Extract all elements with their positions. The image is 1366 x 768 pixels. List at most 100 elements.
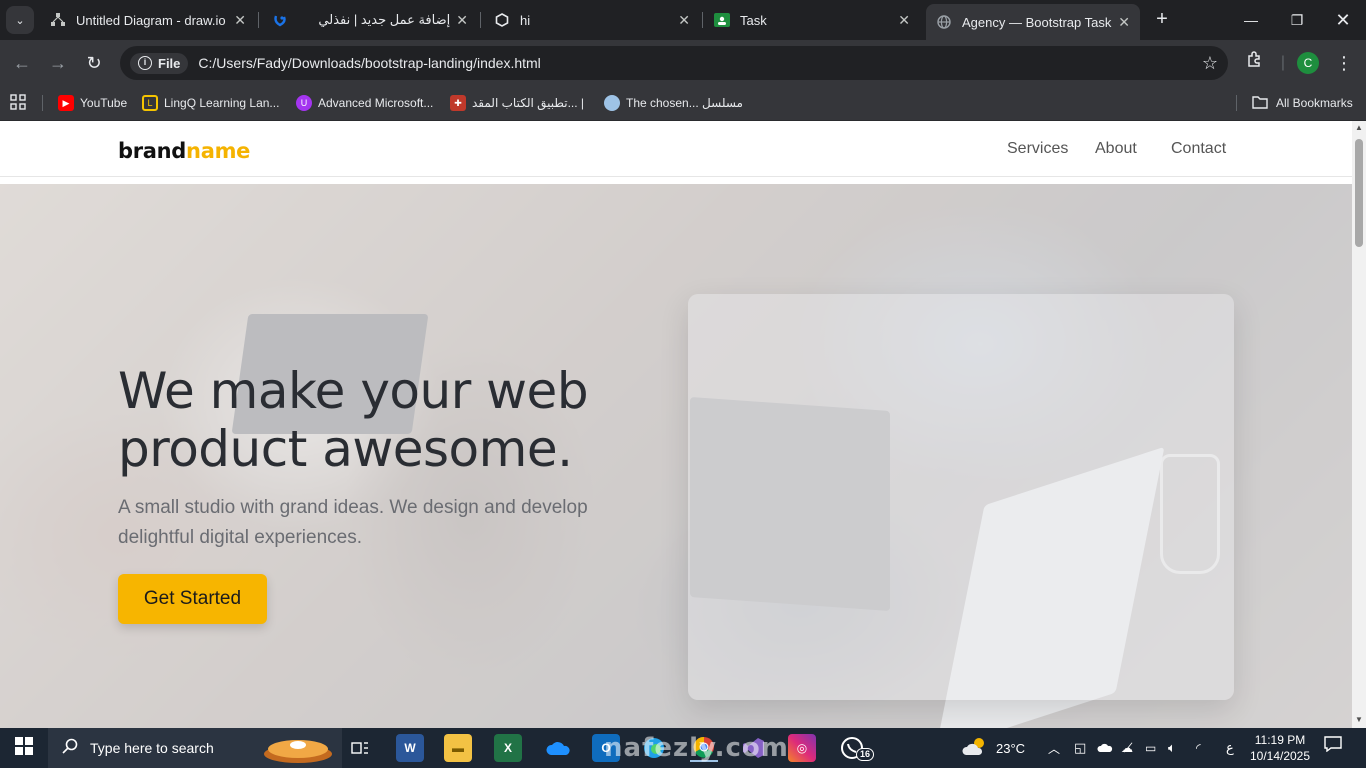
weather-widget[interactable]: 23°C — [962, 728, 1025, 768]
hero-title: We make your web product awesome. — [118, 362, 638, 478]
hero-title-line: product awesome. — [118, 420, 573, 478]
onedrive-icon[interactable] — [544, 734, 572, 762]
tab-github[interactable]: hi ✕ — [484, 4, 700, 36]
scroll-up-arrow-icon[interactable]: ▲ — [1355, 123, 1363, 132]
brand-accent: name — [186, 139, 251, 163]
minimize-icon: — — [1244, 12, 1258, 28]
nav-link-services[interactable]: Services — [1007, 140, 1068, 158]
extensions-icon[interactable] — [1242, 50, 1268, 76]
tab-drawio[interactable]: Untitled Diagram - draw.io ✕ — [40, 4, 256, 36]
brand-logo[interactable]: brandname — [118, 139, 250, 163]
arrow-left-icon: ← — [13, 53, 31, 73]
tab-agency-active[interactable]: Agency — Bootstrap Task ✕ — [926, 4, 1140, 40]
tab-title: Agency — Bootstrap Task — [962, 14, 1112, 30]
close-icon: ✕ — [1335, 9, 1351, 30]
address-bar[interactable]: i File C:/Users/Fady/Downloads/bootstrap… — [120, 46, 1228, 80]
github-icon — [494, 12, 510, 28]
tab-separator — [702, 12, 703, 28]
browser-tab-strip: ⌄ Untitled Diagram - draw.io ✕ إضافة عمل… — [0, 0, 1366, 40]
bookmark-label: LingQ Learning Lan... — [164, 96, 280, 110]
whatsapp-icon[interactable]: 16 — [838, 734, 875, 762]
meet-now-icon[interactable]: ◱ — [1074, 728, 1086, 768]
scrollbar-thumb[interactable] — [1355, 139, 1363, 247]
restore-button[interactable]: ❐ — [1274, 0, 1320, 40]
site-navbar: brandname Services About Contact — [0, 121, 1352, 177]
hero-title-line: We make your web — [118, 362, 589, 420]
site-info-label: File — [158, 55, 181, 71]
bookmark-star-icon[interactable]: ☆ — [1202, 53, 1218, 74]
close-icon[interactable]: ✕ — [456, 12, 468, 29]
bookmark-lingq[interactable]: L LingQ Learning Lan... — [142, 92, 279, 114]
scroll-down-arrow-icon[interactable]: ▼ — [1355, 715, 1363, 724]
tab-separator — [480, 12, 481, 28]
hero-subtitle-line: A small studio with grand ideas. We desi… — [118, 497, 588, 518]
close-icon[interactable]: ✕ — [678, 12, 690, 29]
page-scrollbar[interactable]: ▲ ▼ — [1352, 121, 1366, 728]
bible-icon: ✚ — [450, 95, 466, 111]
reload-button[interactable]: ↻ — [81, 50, 107, 76]
browser-toolbar: ← → ↻ i File C:/Users/Fady/Downloads/boo… — [0, 40, 1366, 86]
whatsapp-badge: 16 — [856, 748, 875, 761]
speaker-icon[interactable]: 🔈︎ — [1168, 728, 1176, 768]
bookmarks-bar: ▶ YouTube L LingQ Learning Lan... U Adva… — [0, 86, 1366, 121]
battery-icon[interactable]: ▭ — [1145, 728, 1156, 768]
tab-classroom[interactable]: Task ✕ — [704, 4, 920, 36]
clock-time: 11:19 PM — [1254, 733, 1306, 747]
bookmark-label: Advanced Microsoft... — [318, 96, 434, 110]
site-info-chip[interactable]: i File — [130, 52, 189, 74]
nav-link-about[interactable]: About — [1095, 140, 1137, 158]
wifi-icon[interactable]: ◜ — [1196, 728, 1201, 768]
search-icon — [62, 738, 78, 759]
close-window-button[interactable]: ✕ — [1320, 0, 1366, 40]
reload-icon: ↻ — [86, 53, 102, 73]
hero-section: We make your web product awesome. A smal… — [0, 184, 1352, 728]
minimize-button[interactable]: — — [1228, 0, 1274, 40]
close-icon[interactable]: ✕ — [1118, 14, 1130, 31]
excel-icon[interactable]: X — [494, 734, 522, 762]
get-started-button[interactable]: Get Started — [118, 574, 267, 624]
clock-date: 10/14/2025 — [1249, 749, 1311, 763]
all-bookmarks-button[interactable]: All Bookmarks — [1252, 92, 1353, 114]
start-button[interactable] — [0, 728, 48, 768]
profile-avatar[interactable]: C — [1297, 52, 1319, 74]
tab-separator — [258, 12, 259, 28]
chevron-down-icon: ⌄ — [15, 14, 25, 27]
file-explorer-icon[interactable]: ▬ — [444, 734, 472, 762]
tab-nafezly[interactable]: إضافة عمل جديد | نفذلي ✕ — [262, 4, 478, 36]
folder-icon — [1252, 95, 1268, 112]
hero-subtitle: A small studio with grand ideas. We desi… — [118, 493, 608, 553]
brand-main: brand — [118, 139, 187, 163]
bookmark-the-chosen[interactable]: The chosen... مسلسل — [604, 92, 743, 114]
close-icon[interactable]: ✕ — [234, 12, 246, 29]
tab-title: hi — [520, 12, 531, 28]
search-highlight-pie-icon — [262, 734, 334, 767]
chosen-icon — [604, 95, 620, 111]
apps-grid-button[interactable] — [10, 92, 26, 114]
search-placeholder: Type here to search — [90, 740, 214, 756]
tab-search-button[interactable]: ⌄ — [6, 6, 34, 34]
word-icon[interactable]: W — [396, 734, 424, 762]
plus-icon: + — [1156, 8, 1168, 30]
tray-overflow-icon[interactable]: ︿ — [1048, 728, 1060, 768]
arrow-right-icon: → — [49, 53, 67, 73]
bookmark-bible-app[interactable]: ✚ تطبيق الكتاب المقد... | — [450, 92, 584, 114]
instagram-icon[interactable]: ◎ — [788, 734, 816, 762]
close-icon[interactable]: ✕ — [898, 12, 910, 29]
bookmark-udemy[interactable]: U Advanced Microsoft... — [296, 92, 433, 114]
forward-button[interactable]: → — [45, 50, 71, 76]
back-button[interactable]: ← — [9, 50, 35, 76]
hero-image-card — [688, 294, 1234, 700]
nav-link-contact[interactable]: Contact — [1171, 140, 1226, 158]
input-language-indicator[interactable]: ع — [1226, 728, 1234, 768]
new-tab-button[interactable]: + — [1150, 8, 1174, 32]
cloud-offline-icon[interactable]: ☁̸ — [1121, 728, 1133, 768]
tab-title: Task — [740, 12, 767, 28]
task-view-icon[interactable] — [346, 734, 374, 762]
taskbar-search-box[interactable]: Type here to search — [48, 728, 342, 768]
menu-kebab-icon[interactable]: ⋮ — [1331, 50, 1357, 76]
url-text[interactable]: C:/Users/Fady/Downloads/bootstrap-landin… — [198, 55, 1201, 71]
notification-center-icon[interactable] — [1320, 736, 1346, 760]
system-clock[interactable]: 11:19 PM 10/14/2025 — [1244, 732, 1316, 764]
bookmark-youtube[interactable]: ▶ YouTube — [58, 92, 127, 114]
onedrive-tray-icon[interactable] — [1097, 728, 1113, 768]
